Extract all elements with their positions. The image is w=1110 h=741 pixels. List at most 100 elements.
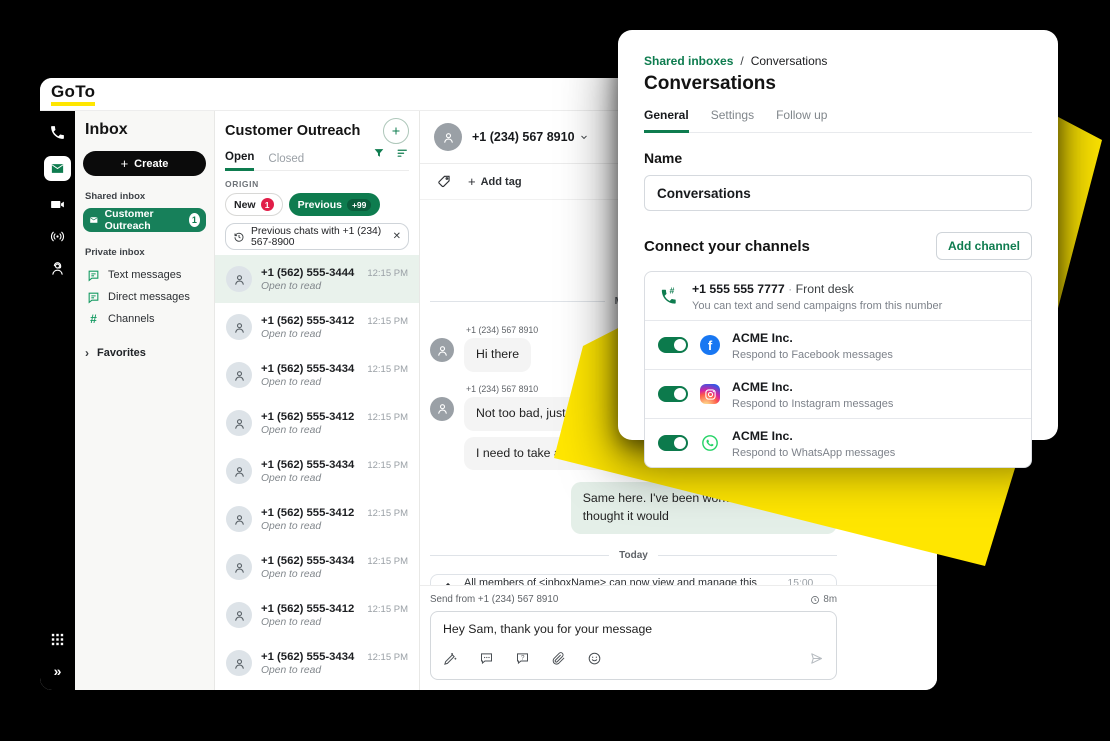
person-avatar-icon [226, 554, 252, 580]
conversation-status: Open to read [261, 521, 408, 532]
conversation-list-item[interactable]: +1 (562) 555-341212:15 PMOpen to read [215, 591, 419, 639]
create-button[interactable]: + Create [83, 151, 206, 176]
instagram-icon [700, 384, 720, 404]
conversation-status: Open to read [261, 281, 408, 292]
conversation-time: 12:15 PM [367, 316, 408, 327]
breadcrumb: Shared inboxes / Conversations [644, 54, 1032, 68]
chevron-right-icon: › [85, 346, 89, 360]
video-meeting-icon[interactable] [49, 196, 66, 213]
conversation-list-item[interactable]: +1 (562) 555-3434 12:15 PM Open to read [215, 351, 419, 399]
draft-text: Hey Sam, thank you for your message [443, 622, 824, 636]
conversation-list-item[interactable]: +1 (562) 555-344412:15 PMOpen to read [215, 255, 419, 303]
contact-avatar [434, 123, 462, 151]
emoji-icon[interactable] [587, 651, 602, 671]
inbox-icon [89, 214, 99, 226]
chip-new[interactable]: New 1 [225, 193, 283, 216]
chevron-down-icon [579, 132, 589, 142]
close-icon[interactable]: ✕ [393, 231, 401, 242]
sort-icon[interactable] [396, 147, 409, 165]
chat-square-icon [87, 269, 100, 282]
svg-text:?: ? [521, 654, 525, 661]
tab-follow-up[interactable]: Follow up [776, 108, 827, 132]
channel-name: ACME Inc. [732, 429, 793, 443]
tab-settings[interactable]: Settings [711, 108, 754, 132]
plus-icon: + [121, 156, 129, 171]
conversation-status: Open to read [261, 473, 408, 484]
new-conversation-button[interactable] [383, 118, 409, 144]
conversation-list-item[interactable]: +1 (562) 555-341212:15 PMOpen to read [215, 495, 419, 543]
conversation-phone: +1 (562) 555-3434 [261, 459, 354, 471]
broadcast-icon[interactable] [49, 228, 66, 245]
name-input[interactable]: Conversations [644, 175, 1032, 211]
person-avatar-icon [226, 458, 252, 484]
tab-general[interactable]: General [644, 108, 689, 133]
phone-icon[interactable] [49, 124, 66, 141]
conversation-list-item[interactable]: +1 (562) 555-341212:15 PMOpen to read [215, 303, 419, 351]
message-input[interactable]: Hey Sam, thank you for your message ? [430, 611, 837, 680]
person-avatar-icon [430, 397, 454, 421]
add-channel-button[interactable]: Add channel [936, 232, 1032, 260]
active-filter-pill[interactable]: Previous chats with +1 (234) 567-8900 ✕ [225, 223, 409, 250]
attachment-icon[interactable] [551, 651, 566, 671]
person-avatar-icon [226, 362, 252, 388]
conversation-list-item[interactable]: +1 (562) 555-343412:15 PMOpen to read [215, 639, 419, 687]
filter-funnel-icon[interactable] [373, 147, 386, 165]
sms-channel-row: # +1 555 555 7777 · Front desk You can t… [645, 272, 1031, 320]
conversation-list-item[interactable]: +1 (562) 555-341212:15 PMOpen to read [215, 399, 419, 447]
tab-open[interactable]: Open [225, 151, 254, 171]
unread-badge: 1 [189, 213, 200, 227]
survey-icon[interactable]: ? [515, 651, 530, 671]
conversation-phone: +1 (562) 555-3434 [261, 651, 354, 663]
hash-icon: # [87, 313, 100, 326]
saved-replies-icon[interactable] [479, 651, 494, 671]
origin-label: ORIGIN [225, 179, 409, 189]
chip-previous[interactable]: Previous +99 [289, 193, 381, 216]
sidebar-item-text-messages[interactable]: Text messages [83, 264, 206, 286]
collapse-double-chevron-icon[interactable]: » [54, 664, 62, 678]
tab-closed[interactable]: Closed [268, 153, 304, 170]
breadcrumb-shared-inboxes-link[interactable]: Shared inboxes [644, 54, 733, 68]
social-channel-row: ACME Inc.Respond to Instagram messages [645, 369, 1031, 418]
channel-toggle[interactable] [658, 435, 688, 451]
sidebar-item-customer-outreach[interactable]: Customer Outreach 1 [83, 208, 206, 232]
conversation-time: 12:15 PM [367, 268, 408, 279]
sidebar-item-direct-messages[interactable]: Direct messages [83, 286, 206, 308]
whatsapp-icon [700, 433, 720, 453]
ai-rewrite-icon[interactable] [443, 651, 458, 671]
conversation-status: Open to read [261, 569, 408, 580]
composer-timer: 8m [810, 594, 837, 605]
outgoing-message: Same here. I've been working on this pro… [430, 482, 837, 534]
channel-description: Respond to Facebook messages [732, 349, 893, 361]
add-tag-button[interactable]: + Add tag [468, 174, 522, 189]
plus-icon: + [468, 174, 476, 189]
person-avatar-icon [226, 602, 252, 628]
channel-toggle[interactable] [658, 337, 688, 353]
conversation-list-item[interactable]: +1 (562) 555-341212:15 PMOpen to read [215, 687, 419, 690]
send-icon[interactable] [809, 651, 824, 671]
breadcrumb-current: Conversations [751, 54, 828, 68]
social-channel-row: ACME Inc.Respond to WhatsApp messages [645, 418, 1031, 467]
conversation-rows: +1 (562) 555-344412:15 PMOpen to read+1 … [215, 255, 419, 690]
new-count-badge: 1 [261, 198, 274, 211]
conversation-list-item[interactable]: +1 (562) 555-343412:15 PMOpen to read [215, 447, 419, 495]
channel-toggle[interactable] [658, 386, 688, 402]
app-grid-icon[interactable] [49, 631, 66, 648]
send-from-label: Send from +1 (234) 567 8910 [430, 594, 558, 605]
contact-center-agent-icon[interactable] [49, 260, 66, 277]
conversation-status: Open to read [261, 617, 408, 628]
favorites-toggle[interactable]: › Favorites [85, 346, 204, 360]
conversation-time: 12:15 PM [367, 364, 408, 375]
conversation-status: Open to read [261, 377, 408, 388]
person-avatar-icon [226, 506, 252, 532]
conversation-phone: +1 (562) 555-3434 [261, 363, 354, 375]
inbox-icon-selected[interactable] [44, 156, 71, 181]
message-bubble: Not too bad, just trying to [464, 397, 625, 431]
conversation-phone: +1 (562) 555-3412 [261, 411, 354, 423]
sidebar-item-channels[interactable]: # Channels [83, 308, 206, 330]
conversation-list-item[interactable]: +1 (562) 555-343412:15 PMOpen to read [215, 543, 419, 591]
previous-count-badge: +99 [347, 199, 371, 211]
shared-inbox-label: Shared inbox [85, 191, 204, 202]
message-bubble: I need to take a break from [464, 437, 635, 471]
contact-name-dropdown[interactable]: +1 (234) 567 8910 [472, 130, 589, 144]
composer: Send from +1 (234) 567 8910 8m Hey Sam, … [420, 585, 937, 690]
